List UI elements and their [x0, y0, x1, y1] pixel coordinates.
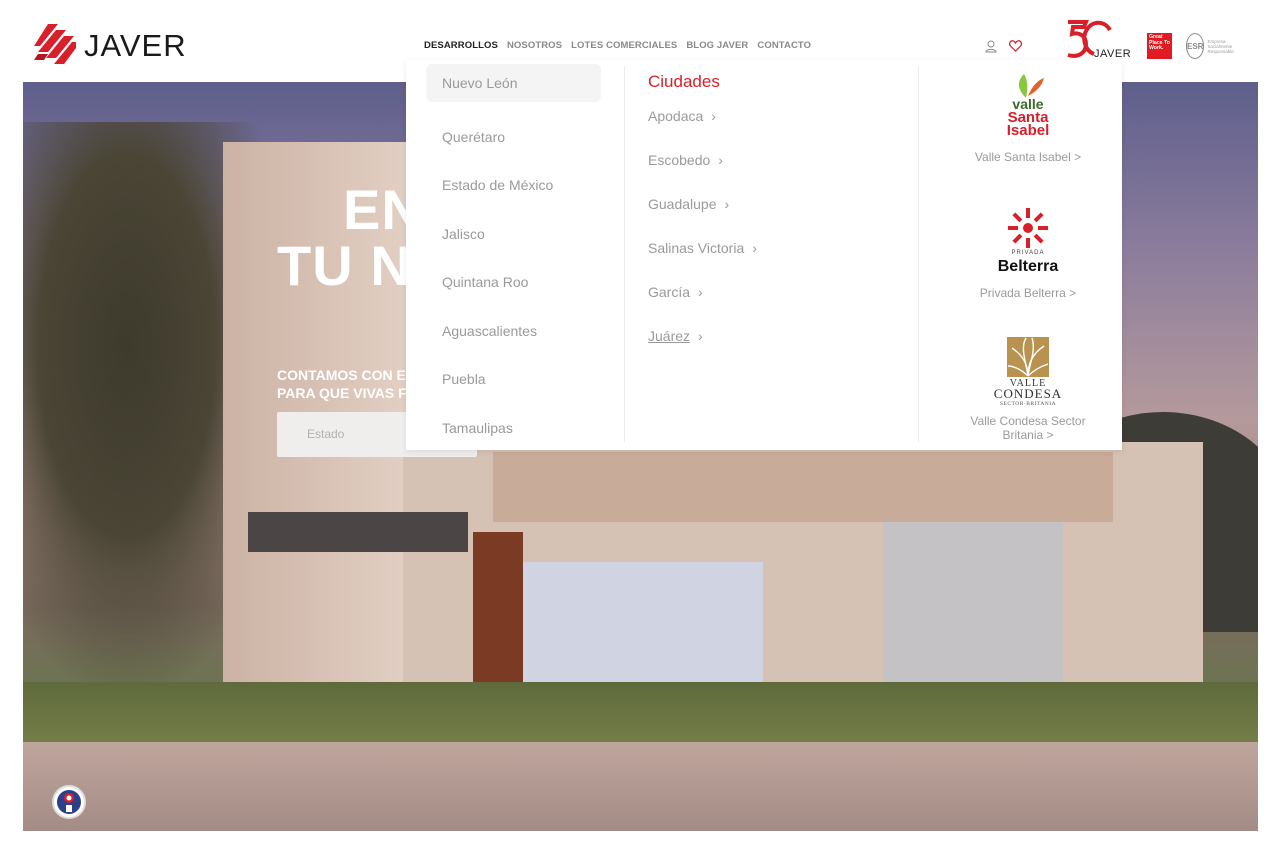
state-estado-de-mexico[interactable]: Estado de México: [426, 161, 601, 210]
chevron-right-icon: ›: [711, 108, 716, 124]
hero-title-line-2: TU N: [277, 234, 412, 297]
hero-garage: [523, 562, 763, 697]
belterra-mark-icon: [1008, 208, 1048, 248]
city-guadalupe[interactable]: Guadalupe ›: [648, 194, 757, 238]
javer-logo[interactable]: JAVER: [34, 24, 204, 68]
esr-text: Empresa Socialmente Responsable: [1207, 38, 1234, 54]
state-puebla[interactable]: Puebla: [426, 355, 601, 404]
anniversary-50-badge: JAVER: [1064, 20, 1132, 64]
city-juarez[interactable]: Juárez ›: [648, 326, 757, 370]
logo-line: CONDESA: [993, 386, 1063, 401]
hero-title-line-1: EN: [343, 178, 423, 241]
city-salinas-victoria[interactable]: Salinas Victoria ›: [648, 238, 757, 282]
hero-house-upper: [493, 452, 1113, 522]
main-nav: DESARROLLOS NOSOTROS LOTES COMERCIALES B…: [424, 40, 811, 51]
hero-subtitle: CONTAMOS CON E PARA QUE VIVAS F: [277, 366, 407, 402]
condesa-mark-icon: [1007, 337, 1049, 377]
desarrollos-dropdown: Nuevo León Querétaro Estado de México Ja…: [406, 60, 1122, 450]
nav-blog-javer[interactable]: BLOG JAVER: [686, 40, 748, 51]
development-privada-belterra[interactable]: PRIVADA Belterra Privada Belterra >: [936, 206, 1120, 300]
state-quintana-roo[interactable]: Quintana Roo: [426, 258, 601, 307]
chevron-right-icon: ›: [724, 196, 730, 212]
state-nuevo-leon[interactable]: Nuevo León: [426, 64, 601, 102]
city-label: Escobedo: [648, 152, 711, 168]
city-label: Guadalupe: [648, 196, 717, 212]
chevron-right-icon: ›: [718, 152, 723, 168]
logo-line: Isabel: [1006, 122, 1050, 139]
city-apodaca[interactable]: Apodaca ›: [648, 106, 757, 150]
hero-panel-right: [883, 522, 1063, 697]
logo-line: SECTOR·BRITANIA: [999, 401, 1057, 407]
great-place-to-work-badge: Great Place To Work.: [1147, 33, 1172, 59]
nav-contacto[interactable]: CONTACTO: [757, 40, 811, 51]
column-divider: [624, 66, 625, 442]
javer-logo-mark-icon: [34, 24, 76, 64]
chevron-right-icon: ›: [752, 240, 757, 256]
heart-icon[interactable]: [1009, 40, 1022, 52]
hero-sidewalk: [23, 742, 1258, 831]
cities-list: Ciudades Apodaca › Escobedo › Guadalupe › S…: [648, 72, 757, 370]
state-aguascalientes[interactable]: Aguascalientes: [426, 307, 601, 356]
logo-small-text: PRIVADA: [1011, 250, 1045, 256]
state-tamaulipas[interactable]: Tamaulipas: [426, 404, 601, 453]
esr-circle-icon: ESR: [1186, 33, 1205, 59]
development-label: Valle Condesa Sector Britania >: [970, 414, 1086, 442]
gptw-text: Great Place To Work.: [1149, 34, 1170, 51]
development-label: Privada Belterra >: [979, 286, 1077, 300]
esr-mark: ESR: [1187, 41, 1204, 51]
city-label: Apodaca: [648, 108, 704, 124]
brand-name: JAVER: [84, 28, 187, 63]
city-label: García: [648, 284, 691, 300]
city-escobedo[interactable]: Escobedo ›: [648, 150, 757, 194]
state-jalisco[interactable]: Jalisco: [426, 210, 601, 259]
logo-text-block: VALLE CONDESA SECTOR·BRITANIA: [936, 379, 1120, 409]
city-label: Salinas Victoria: [648, 240, 745, 256]
column-divider: [918, 66, 919, 442]
nav-lotes-comerciales[interactable]: LOTES COMERCIALES: [571, 40, 677, 51]
states-list: Nuevo León Querétaro Estado de México Ja…: [426, 64, 601, 452]
logo-text-block: valle Santa Isabel: [936, 97, 1120, 139]
estado-placeholder: Estado: [307, 427, 345, 441]
user-icon[interactable]: [985, 40, 997, 53]
logo-main-text: Belterra: [997, 258, 1059, 275]
development-label: Valle Santa Isabel >: [974, 150, 1082, 164]
accessibility-icon: [57, 790, 81, 814]
valle-santa-isabel-logo: valle Santa Isabel: [936, 70, 1120, 150]
valle-condesa-logo: VALLE CONDESA SECTOR·BRITANIA: [936, 336, 1120, 414]
chevron-right-icon: ›: [698, 284, 703, 300]
cities-title: Ciudades: [648, 72, 720, 91]
nav-desarrollos[interactable]: DESARROLLOS: [424, 40, 498, 51]
hero-door: [473, 532, 523, 697]
hero-windows: [248, 512, 468, 552]
development-valle-santa-isabel[interactable]: valle Santa Isabel Valle Santa Isabel >: [936, 70, 1120, 164]
chevron-right-icon: ›: [698, 328, 703, 344]
hero-subtitle-line-1: CONTAMOS CON E: [277, 367, 406, 383]
privada-belterra-logo: PRIVADA Belterra: [936, 206, 1120, 286]
nav-nosotros[interactable]: NOSOTROS: [507, 40, 562, 51]
hero-subtitle-line-2: PARA QUE VIVAS F: [277, 385, 407, 401]
city-label: Juárez: [648, 328, 691, 344]
accessibility-button[interactable]: [52, 785, 86, 819]
development-valle-condesa[interactable]: VALLE CONDESA SECTOR·BRITANIA Valle Cond…: [936, 336, 1120, 442]
badge-brand-text: JAVER: [1094, 48, 1132, 60]
esr-badge: ESR Empresa Socialmente Responsable: [1186, 33, 1248, 59]
city-garcia[interactable]: García ›: [648, 282, 757, 326]
state-queretaro[interactable]: Querétaro: [426, 113, 601, 162]
hero-title: EN TU N: [277, 182, 423, 294]
